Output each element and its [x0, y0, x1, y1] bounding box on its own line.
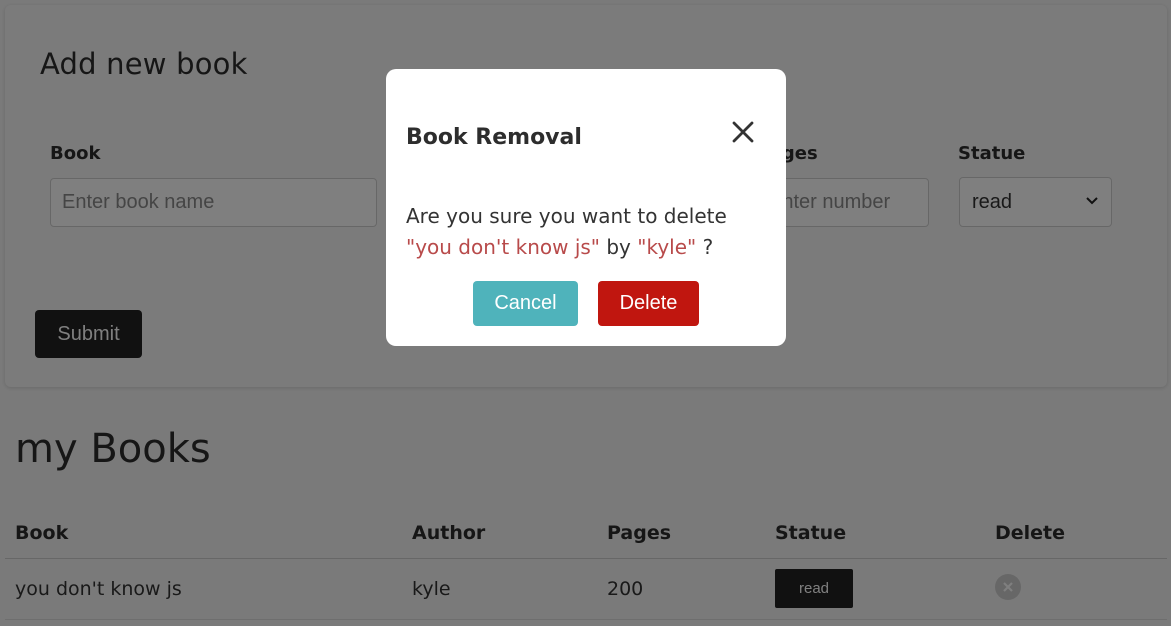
author-quoted: "kyle" — [637, 235, 697, 259]
message-suffix: ? — [702, 235, 714, 259]
dialog-title: Book Removal — [406, 125, 582, 150]
dialog-message: Are you sure you want to delete "you don… — [406, 201, 766, 263]
page: Add new book Book Pages Statue read Subm… — [0, 0, 1171, 626]
message-prefix: Are you sure you want to delete — [406, 204, 727, 228]
cancel-button[interactable]: Cancel — [473, 281, 578, 326]
close-icon[interactable] — [730, 119, 756, 145]
book-removal-dialog: Book Removal Are you sure you want to de… — [386, 69, 786, 346]
message-by: by — [606, 235, 631, 259]
delete-button[interactable]: Delete — [598, 281, 699, 326]
book-name-quoted: "you don't know js" — [406, 235, 600, 259]
